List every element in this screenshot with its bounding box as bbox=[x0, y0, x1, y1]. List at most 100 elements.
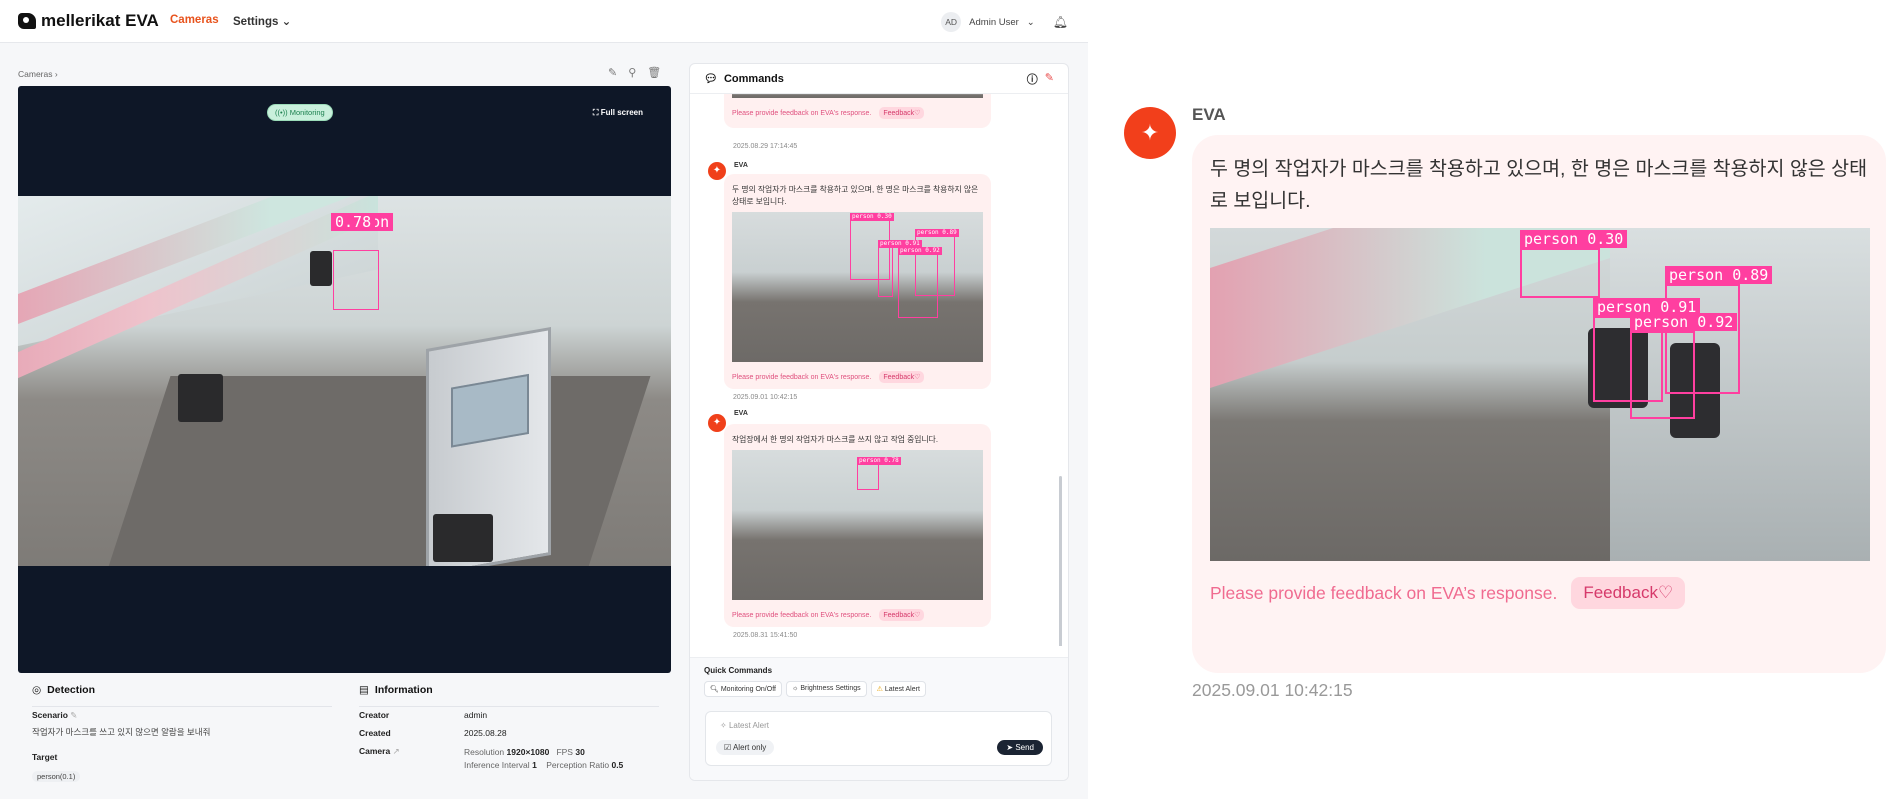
edit-icon[interactable]: ✎ bbox=[608, 66, 617, 79]
top-navigation-bar: mellerikat EVA Cameras Settings ⌄ AD Adm… bbox=[0, 0, 1088, 43]
feedback-prompt: Please provide feedback on EVA’s respons… bbox=[1210, 582, 1558, 603]
user-name: Admin User bbox=[969, 16, 1019, 28]
commands-header: 💬︎ Commands ⓘ ✎ bbox=[690, 64, 1068, 94]
breadcrumb-cameras[interactable]: Cameras bbox=[18, 69, 52, 79]
detection-label: person 0.92 bbox=[1630, 313, 1738, 331]
feedback-button[interactable]: Feedback♡ bbox=[879, 107, 925, 119]
send-icon: ➤ bbox=[1006, 743, 1014, 752]
inference-line: Inference Interval 1 Perception Ratio 0.… bbox=[464, 759, 623, 772]
creator-value: admin bbox=[464, 710, 488, 720]
camera-row: Camera ↗ Resolution 1920×1080 FPS 30 Inf… bbox=[359, 746, 659, 772]
checkbox-icon: ☑ bbox=[724, 743, 732, 752]
camera-video-player[interactable]: ((•)) Monitoring ⛶ Full screen person 0.… bbox=[18, 86, 671, 673]
chat-bubble: 두 명의 작업자가 마스크를 착용하고 있으며, 한 명은 마스크를 착용하지 … bbox=[724, 174, 991, 389]
command-input[interactable]: ✧ Latest Alert ☑ Alert only ➤ Send bbox=[705, 711, 1052, 766]
avatar: AD bbox=[941, 12, 962, 32]
eva-name: EVA bbox=[1192, 105, 1226, 124]
broom-icon[interactable]: ✎ bbox=[1045, 71, 1054, 87]
divider bbox=[359, 706, 659, 707]
person-detection-box: person 0.30 bbox=[1520, 230, 1628, 298]
chip-latest-alert[interactable]: ⚠ Latest Alert bbox=[870, 681, 926, 697]
detection-section: ◎ Detection Scenario ✎ 작업자가 마스크를 쓰고 있지 않으… bbox=[32, 684, 332, 782]
feedback-row: Please provide feedback on EVA's respons… bbox=[732, 609, 983, 621]
message-scrollbar[interactable] bbox=[1059, 476, 1062, 646]
brand-name: mellerikat EVA bbox=[41, 11, 159, 30]
feedback-button[interactable]: Feedback♡ bbox=[879, 609, 925, 621]
scene-chair bbox=[178, 374, 223, 422]
external-link-icon[interactable]: ↗ bbox=[393, 746, 400, 756]
message-list[interactable]: Please provide feedback on EVA's respons… bbox=[690, 94, 1065, 646]
eva-app: mellerikat EVA Cameras Settings ⌄ AD Adm… bbox=[0, 0, 1088, 799]
chevron-down-icon: ⌄ bbox=[281, 16, 292, 28]
chat-bubble: Please provide feedback on EVA's respons… bbox=[724, 94, 991, 128]
chat-bubble: 작업장에서 한 명의 작업자가 마스크를 쓰지 않고 작업 중입니다. pers… bbox=[724, 424, 991, 627]
message-timestamp: 2025.08.29 17:14:45 bbox=[733, 143, 798, 150]
chevron-right-icon: › bbox=[54, 69, 58, 79]
alert-only-label: Alert only bbox=[732, 743, 767, 752]
chat-icon: 💬︎ bbox=[704, 73, 718, 85]
edit-icon[interactable]: ✎ bbox=[70, 710, 77, 720]
chip-brightness[interactable]: ☼ Brightness Settings bbox=[785, 681, 867, 697]
fps-value: 30 bbox=[575, 747, 585, 757]
camera-toolbar: ✎ ⚲ 🗑︎ bbox=[608, 66, 661, 79]
resolution-label: Resolution bbox=[464, 747, 505, 757]
camera-label: Camera ↗ bbox=[359, 746, 454, 772]
feedback-row: Please provide feedback on EVA's respons… bbox=[732, 107, 983, 119]
chip-monitoring[interactable]: 🔍︎ Monitoring On/Off bbox=[704, 681, 782, 697]
brand-logo[interactable]: mellerikat EVA bbox=[18, 11, 159, 31]
feedback-button-label: Feedback bbox=[883, 374, 915, 381]
search-icon: 🔍︎ bbox=[710, 686, 719, 693]
created-row: Created 2025.08.28 bbox=[359, 728, 659, 738]
chat-snapshot[interactable]: person 0.78 bbox=[732, 450, 983, 600]
eva-avatar-icon: ✦ bbox=[708, 414, 726, 432]
target-label: Target bbox=[32, 752, 58, 762]
camera-frame: person 0.78 bbox=[18, 196, 671, 566]
breadcrumb[interactable]: Cameras › bbox=[18, 69, 58, 79]
user-menu[interactable]: AD Admin User ⌄ 🔔︎ bbox=[941, 12, 1068, 32]
send-button[interactable]: ➤ Send bbox=[997, 740, 1043, 755]
person-detection-box: person 0.78 bbox=[857, 457, 901, 490]
feedback-button[interactable]: Feedback♡ bbox=[1571, 577, 1686, 609]
eva-name: EVA bbox=[734, 410, 748, 417]
nav-cameras[interactable]: Cameras bbox=[170, 14, 219, 26]
scene-chair bbox=[433, 514, 493, 562]
command-input-placeholder[interactable]: ✧ Latest Alert bbox=[720, 721, 769, 730]
eva-name: EVA bbox=[734, 162, 748, 169]
nav-settings[interactable]: Settings ⌄ bbox=[233, 14, 291, 28]
chip-label: Monitoring On/Off bbox=[720, 686, 776, 693]
bell-icon[interactable]: 🔔︎ bbox=[1053, 15, 1068, 29]
target-tag: person(0.1) bbox=[32, 771, 81, 782]
divider bbox=[32, 706, 332, 707]
fullscreen-button[interactable]: ⛶ Full screen bbox=[593, 108, 643, 118]
detection-label: person 0.89 bbox=[915, 229, 959, 237]
feedback-button-label: Feedback bbox=[1583, 583, 1658, 602]
feedback-button-label: Feedback bbox=[883, 110, 915, 117]
zoomed-snapshot[interactable]: person 0.30 person 0.89 person 0.91 pers… bbox=[1210, 228, 1870, 561]
feedback-row: Please provide feedback on EVA's respons… bbox=[732, 371, 983, 383]
share-icon[interactable]: ⚲ bbox=[628, 66, 636, 79]
detection-label: person 0.30 bbox=[1520, 230, 1628, 248]
fullscreen-label: Full screen bbox=[600, 108, 643, 117]
chat-snapshot[interactable] bbox=[732, 94, 983, 98]
feedback-button[interactable]: Feedback♡ bbox=[879, 371, 925, 383]
person-detection-box: person 0.92 bbox=[1630, 313, 1738, 419]
chat-snapshot[interactable]: person 0.30 person 0.89 person 0.91 pers… bbox=[732, 212, 983, 362]
zoomed-message-text: 두 명의 작업자가 마스크를 착용하고 있으며, 한 명은 마스크를 착용하지 … bbox=[1210, 158, 1868, 212]
chip-label: Latest Alert bbox=[884, 686, 920, 693]
feedback-prompt: Please provide feedback on EVA's respons… bbox=[732, 109, 872, 117]
created-value: 2025.08.28 bbox=[464, 728, 507, 738]
help-icon[interactable]: ⓘ bbox=[1027, 71, 1038, 87]
trash-icon[interactable]: 🗑︎ bbox=[647, 66, 661, 79]
eva-avatar-icon: ✦ bbox=[708, 162, 726, 180]
monitoring-status-label: Monitoring bbox=[289, 108, 325, 117]
detection-label: person 0.78 bbox=[857, 457, 901, 465]
feedback-button-label: Feedback bbox=[883, 612, 915, 619]
information-section: ▤ Information Creator admin Created 2025.08… bbox=[359, 684, 659, 780]
alert-only-toggle[interactable]: ☑ Alert only bbox=[716, 740, 775, 755]
eva-avatar-icon: ✦ bbox=[1124, 107, 1176, 159]
interval-label: Inference Interval bbox=[464, 760, 530, 770]
creator-row: Creator admin bbox=[359, 710, 659, 720]
commands-title: Commands bbox=[723, 72, 784, 85]
scenario-text: 작업자가 마스크를 쓰고 있지 않으면 알람을 보내줘 bbox=[32, 727, 211, 737]
person-detection-box: person 0.91 bbox=[878, 240, 922, 297]
